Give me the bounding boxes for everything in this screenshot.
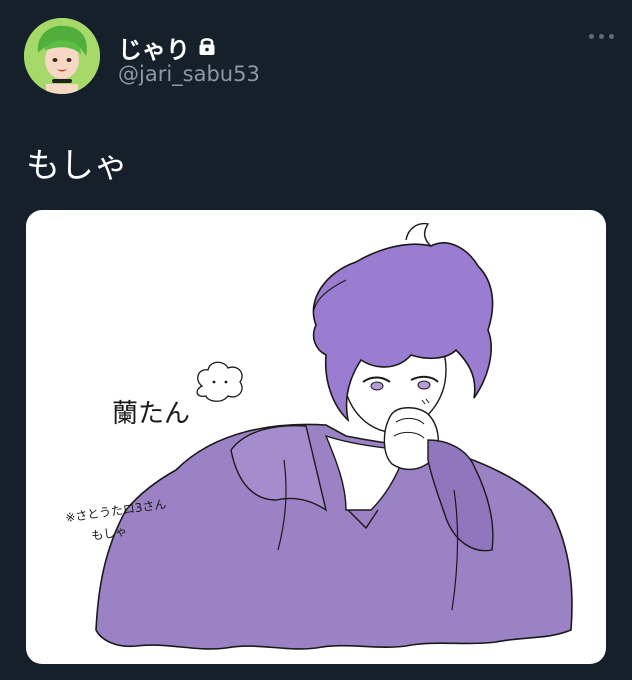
more-dot-icon (609, 34, 614, 39)
tweet-image[interactable]: 蘭たん ※さとうたロ3さん もしゃ (26, 210, 606, 664)
avatar[interactable] (24, 18, 100, 94)
lock-icon (198, 36, 216, 60)
name-row: じゃり (118, 30, 216, 65)
avatar-illustration (24, 18, 100, 94)
more-dot-icon (589, 34, 594, 39)
display-name[interactable]: じゃり (118, 30, 190, 65)
more-dot-icon (599, 34, 604, 39)
cloud-doodle-icon (196, 361, 243, 402)
more-options-button[interactable] (589, 34, 614, 39)
tweet-text: もしゃ (26, 146, 128, 186)
caption-main: 蘭たん (112, 399, 190, 429)
user-handle[interactable]: @jari_sabu53 (118, 62, 260, 86)
tweet-header: じゃり @jari_sabu53 (24, 18, 614, 98)
illustration: 蘭たん ※さとうたロ3さん もしゃ (64, 222, 573, 650)
